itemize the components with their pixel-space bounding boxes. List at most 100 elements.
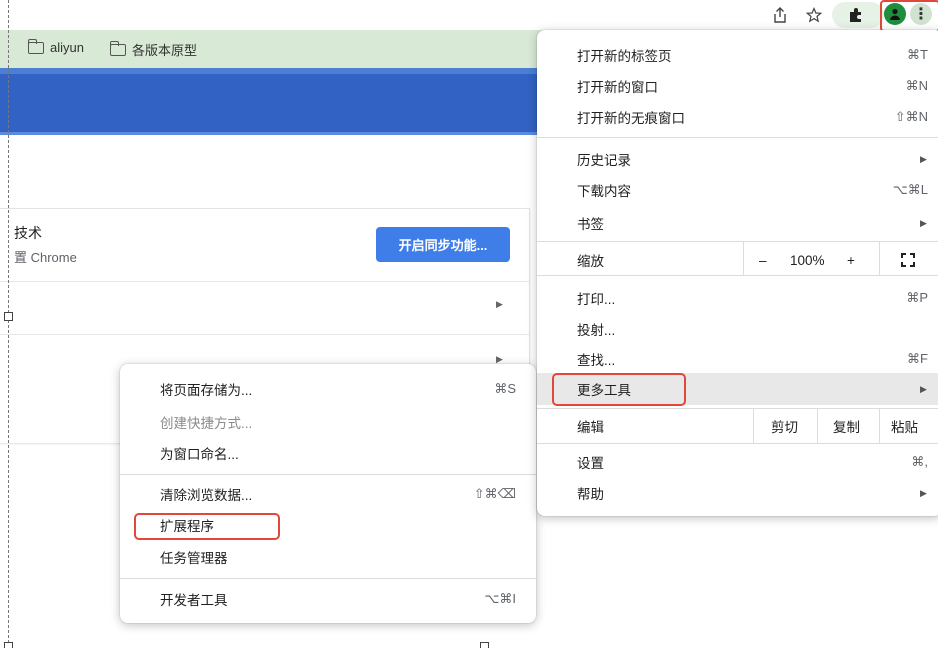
bookmark-aliyun[interactable]: aliyun bbox=[28, 38, 84, 55]
bookmark-prototypes[interactable]: 各版本原型 bbox=[110, 40, 197, 59]
star-icon[interactable] bbox=[804, 5, 824, 25]
kebab-menu-icon[interactable]: ⋮ bbox=[910, 3, 932, 25]
menu-item-cast[interactable]: 投射... bbox=[537, 316, 938, 342]
shortcut-label: ⌘P bbox=[906, 290, 928, 305]
menu-item-label: 打印... bbox=[577, 292, 616, 307]
menu-item-help[interactable]: 帮助 ▶ bbox=[537, 480, 938, 506]
copy-button[interactable]: 复制 bbox=[831, 413, 871, 439]
shortcut-label: ⇧⌘⌫ bbox=[473, 486, 516, 501]
menu-item-label: 清除浏览数据... bbox=[160, 488, 253, 503]
card-subtitle: 置 Chrome bbox=[14, 250, 77, 265]
menu-item-label: 将页面存储为... bbox=[160, 383, 253, 398]
menu-item-label: 编辑 bbox=[577, 420, 604, 435]
menu-item-print[interactable]: 打印... ⌘P bbox=[537, 285, 938, 311]
menu-item-label: 为窗口命名... bbox=[160, 447, 239, 462]
menu-item-find[interactable]: 查找... ⌘F bbox=[537, 346, 938, 372]
menu-item-zoom: 缩放 bbox=[537, 247, 938, 273]
menu-item-label: 缩放 bbox=[577, 254, 604, 269]
menu-item-label: 帮助 bbox=[577, 487, 604, 502]
card-row-divider bbox=[0, 334, 530, 335]
menu-item-label: 打开新的窗口 bbox=[577, 80, 658, 95]
selection-guide bbox=[8, 0, 9, 648]
chevron-right-icon[interactable]: ▶ bbox=[496, 299, 503, 310]
menu-item-label: 任务管理器 bbox=[160, 551, 228, 566]
puzzle-icon[interactable] bbox=[846, 5, 866, 25]
menu-item-create-shortcut: 创建快捷方式... bbox=[120, 409, 536, 435]
card-row-divider bbox=[0, 281, 530, 282]
shortcut-label: ⌘S bbox=[494, 381, 516, 396]
menu-item-downloads[interactable]: 下载内容 ⌥⌘L bbox=[537, 177, 938, 203]
shortcut-label: ⌥⌘I bbox=[484, 591, 516, 606]
resize-handle[interactable] bbox=[480, 642, 489, 648]
fullscreen-icon[interactable] bbox=[899, 247, 923, 273]
menu-separator bbox=[537, 443, 938, 444]
cell-divider bbox=[879, 242, 880, 276]
bookmark-label: 各版本原型 bbox=[132, 43, 198, 58]
menu-separator bbox=[537, 408, 938, 409]
menu-item-label: 开发者工具 bbox=[160, 593, 228, 608]
sync-button[interactable]: 开启同步功能... bbox=[376, 227, 510, 262]
menu-item-bookmarks[interactable]: 书签 ▶ bbox=[537, 210, 938, 236]
cell-divider bbox=[817, 409, 818, 443]
menu-item-edit: 编辑 bbox=[537, 413, 938, 439]
cut-button[interactable]: 剪切 bbox=[769, 413, 809, 439]
more-tools-highlight-box bbox=[552, 373, 686, 406]
resize-handle[interactable] bbox=[4, 642, 13, 648]
paste-label: 粘贴 bbox=[891, 420, 918, 435]
share-icon[interactable] bbox=[770, 5, 790, 25]
zoom-plus-label: + bbox=[847, 252, 855, 268]
menu-item-label: 查找... bbox=[577, 353, 616, 368]
menu-item-label: 设置 bbox=[577, 456, 604, 471]
menu-item-new-tab[interactable]: 打开新的标签页 ⌘T bbox=[537, 42, 938, 68]
folder-icon bbox=[28, 38, 44, 54]
menu-item-label: 下载内容 bbox=[577, 184, 631, 199]
shortcut-label: ⌘N bbox=[905, 78, 928, 93]
menu-item-label: 打开新的无痕窗口 bbox=[577, 111, 685, 126]
menu-item-clear-data[interactable]: 清除浏览数据... ⇧⌘⌫ bbox=[120, 481, 536, 507]
card-title: 技术 bbox=[14, 225, 42, 241]
zoom-in-button[interactable]: + bbox=[847, 247, 867, 273]
shortcut-label: ⌘, bbox=[911, 454, 928, 469]
menu-item-label: 历史记录 bbox=[577, 153, 631, 168]
cell-divider bbox=[753, 409, 754, 443]
menu-item-name-window[interactable]: 为窗口命名... bbox=[120, 440, 536, 466]
shortcut-label: ⌘T bbox=[907, 47, 928, 62]
profile-icon[interactable] bbox=[884, 3, 906, 25]
menu-item-history[interactable]: 历史记录 ▶ bbox=[537, 146, 938, 172]
shortcut-label: ⌥⌘L bbox=[892, 182, 928, 197]
chevron-right-icon: ▶ bbox=[920, 383, 927, 394]
cell-divider bbox=[879, 409, 880, 443]
menu-item-label: 投射... bbox=[577, 323, 616, 338]
menu-item-new-window[interactable]: 打开新的窗口 ⌘N bbox=[537, 73, 938, 99]
menu-item-label: 创建快捷方式... bbox=[160, 416, 253, 431]
menu-item-settings[interactable]: 设置 ⌘, bbox=[537, 449, 938, 475]
menu-item-dev-tools[interactable]: 开发者工具 ⌥⌘I bbox=[120, 586, 536, 612]
menu-separator bbox=[120, 474, 536, 475]
cut-label: 剪切 bbox=[771, 420, 798, 435]
menu-separator bbox=[537, 275, 938, 276]
folder-icon bbox=[110, 40, 126, 56]
cell-divider bbox=[743, 242, 744, 276]
menu-item-save-page[interactable]: 将页面存储为... ⌘S bbox=[120, 376, 536, 402]
chevron-right-icon: ▶ bbox=[920, 487, 927, 498]
shortcut-label: ⇧⌘N bbox=[894, 109, 928, 124]
chevron-right-icon: ▶ bbox=[920, 153, 927, 164]
menu-separator bbox=[537, 241, 938, 242]
chevron-right-icon: ▶ bbox=[920, 217, 927, 228]
bookmark-label: aliyun bbox=[50, 40, 84, 55]
extensions-highlight-box bbox=[134, 513, 280, 540]
copy-label: 复制 bbox=[833, 420, 860, 435]
menu-separator bbox=[120, 578, 536, 579]
menu-item-label: 书签 bbox=[577, 217, 604, 232]
zoom-level: 100% bbox=[790, 247, 840, 273]
chrome-main-menu: 打开新的标签页 ⌘T 打开新的窗口 ⌘N 打开新的无痕窗口 ⇧⌘N 历史记录 ▶… bbox=[537, 30, 938, 516]
zoom-value-label: 100% bbox=[790, 252, 825, 268]
paste-button[interactable]: 粘贴 bbox=[889, 413, 929, 439]
resize-handle[interactable] bbox=[4, 312, 13, 321]
zoom-out-button[interactable]: – bbox=[759, 247, 779, 273]
zoom-minus-label: – bbox=[759, 252, 767, 268]
more-tools-submenu: 将页面存储为... ⌘S 创建快捷方式... 为窗口命名... 清除浏览数据..… bbox=[120, 364, 536, 623]
menu-separator bbox=[537, 137, 938, 138]
menu-item-task-manager[interactable]: 任务管理器 bbox=[120, 544, 536, 570]
menu-item-incognito[interactable]: 打开新的无痕窗口 ⇧⌘N bbox=[537, 104, 938, 130]
